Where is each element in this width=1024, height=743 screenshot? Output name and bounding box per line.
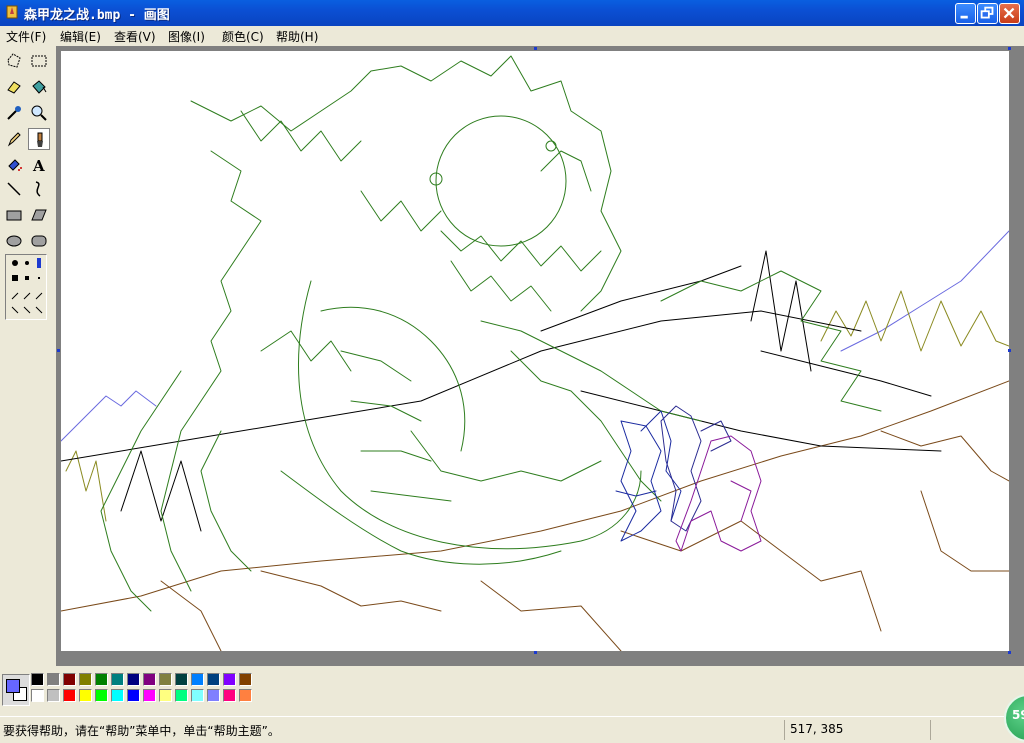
magnifier-icon: [31, 105, 47, 121]
color-swatch[interactable]: [127, 689, 140, 702]
menu-colors[interactable]: 颜色(C): [222, 28, 264, 45]
color-swatch[interactable]: [111, 673, 124, 686]
toolbox: A: [0, 46, 56, 666]
rect-select-tool[interactable]: [28, 50, 50, 72]
rounded-rect-icon: [31, 235, 47, 247]
badge-count: 59: [1012, 708, 1024, 722]
fill-bucket-icon: [32, 80, 47, 94]
menu-edit[interactable]: 编辑(E): [60, 28, 101, 45]
color-swatch[interactable]: [175, 673, 188, 686]
tool-options[interactable]: [5, 254, 47, 320]
color-palette: [0, 666, 1024, 716]
airbrush-icon: [8, 159, 22, 171]
rectangle-tool[interactable]: [3, 204, 25, 226]
menu-view[interactable]: 查看(V): [114, 28, 156, 45]
window-title: 森甲龙之战.bmp - 画图: [24, 8, 170, 23]
color-picker-icon: [7, 106, 21, 120]
color-swatch[interactable]: [63, 673, 76, 686]
resize-handle-top-right[interactable]: [1008, 47, 1011, 50]
color-swatch[interactable]: [95, 673, 108, 686]
minimize-button[interactable]: [955, 3, 976, 24]
color-swatch[interactable]: [175, 689, 188, 702]
color-swatch[interactable]: [143, 689, 156, 702]
resize-handle-left[interactable]: [57, 349, 60, 352]
free-select-tool[interactable]: [3, 50, 25, 72]
brush-icon: [37, 132, 43, 147]
color-swatch[interactable]: [191, 673, 204, 686]
foreground-color: [6, 679, 20, 693]
status-divider: [930, 720, 931, 740]
color-swatch[interactable]: [143, 673, 156, 686]
color-swatch[interactable]: [31, 689, 44, 702]
resize-handle-bottom[interactable]: [534, 651, 537, 654]
dragon-drawing: [60, 55, 1010, 652]
rect-select-icon: [31, 55, 47, 67]
polygon-tool[interactable]: [28, 204, 50, 226]
status-divider: [784, 720, 785, 740]
color-swatch[interactable]: [207, 673, 220, 686]
curve-tool[interactable]: [28, 178, 50, 200]
color-swatch[interactable]: [95, 689, 108, 702]
fill-tool[interactable]: [28, 76, 50, 98]
text-tool-glyph: A: [32, 157, 45, 174]
line-icon: [7, 182, 21, 196]
color-swatch[interactable]: [31, 673, 44, 686]
color-swatch[interactable]: [63, 689, 76, 702]
color-swatch[interactable]: [47, 673, 60, 686]
menu-bar: 文件(F) 编辑(E) 查看(V) 图像(I) 颜色(C) 帮助(H): [0, 26, 1024, 46]
restore-icon: [980, 6, 994, 19]
close-button[interactable]: [999, 3, 1020, 24]
color-swatch[interactable]: [239, 673, 252, 686]
magnifier-tool[interactable]: [28, 102, 50, 124]
current-colors[interactable]: [2, 674, 30, 706]
brush-tool[interactable]: [28, 128, 50, 150]
color-swatch[interactable]: [159, 673, 172, 686]
menu-help[interactable]: 帮助(H): [276, 28, 318, 45]
color-swatch[interactable]: [239, 689, 252, 702]
pencil-icon: [7, 132, 21, 147]
color-swatch[interactable]: [207, 689, 220, 702]
ellipse-icon: [6, 235, 22, 247]
title-bar: 森甲龙之战.bmp - 画图: [0, 0, 1024, 26]
color-swatch[interactable]: [159, 689, 172, 702]
menu-file[interactable]: 文件(F): [6, 28, 46, 45]
color-swatch[interactable]: [191, 689, 204, 702]
text-tool[interactable]: A: [28, 154, 50, 176]
resize-handle-top[interactable]: [534, 47, 537, 50]
rounded-rect-tool[interactable]: [28, 230, 50, 252]
menu-image[interactable]: 图像(I): [168, 28, 205, 45]
line-tool[interactable]: [3, 178, 25, 200]
paint-brush-icon[interactable]: [4, 4, 20, 20]
color-swatch[interactable]: [79, 689, 92, 702]
text-icon: A: [32, 157, 45, 174]
pencil-tool[interactable]: [3, 128, 25, 150]
curve-icon: [35, 181, 41, 197]
color-swatch[interactable]: [127, 673, 140, 686]
canvas-scroll-area[interactable]: [56, 46, 1024, 666]
color-swatch[interactable]: [223, 689, 236, 702]
close-icon: [1003, 7, 1015, 19]
eraser-icon: [7, 81, 21, 94]
color-swatch[interactable]: [223, 673, 236, 686]
resize-handle-right[interactable]: [1008, 349, 1011, 352]
color-swatch[interactable]: [111, 689, 124, 702]
restore-button[interactable]: [977, 3, 998, 24]
free-select-icon: [7, 53, 21, 68]
color-picker-tool[interactable]: [3, 102, 25, 124]
color-swatch[interactable]: [47, 689, 60, 702]
polygon-icon: [31, 209, 47, 221]
color-swatch[interactable]: [79, 673, 92, 686]
drawing-canvas[interactable]: [60, 51, 1010, 652]
brush-shape-options: [11, 258, 43, 314]
status-bar: 要获得帮助，请在“帮助”菜单中，单击“帮助主题”。 517, 385: [0, 716, 1024, 743]
cursor-coordinates: 517, 385: [790, 722, 844, 736]
ellipse-tool[interactable]: [3, 230, 25, 252]
resize-handle-bottom-right[interactable]: [1008, 651, 1011, 654]
airbrush-tool[interactable]: [3, 154, 25, 176]
eraser-tool[interactable]: [3, 76, 25, 98]
rectangle-icon: [6, 210, 22, 221]
minimize-icon: [960, 15, 968, 19]
status-help-text: 要获得帮助，请在“帮助”菜单中，单击“帮助主题”。: [3, 724, 280, 738]
